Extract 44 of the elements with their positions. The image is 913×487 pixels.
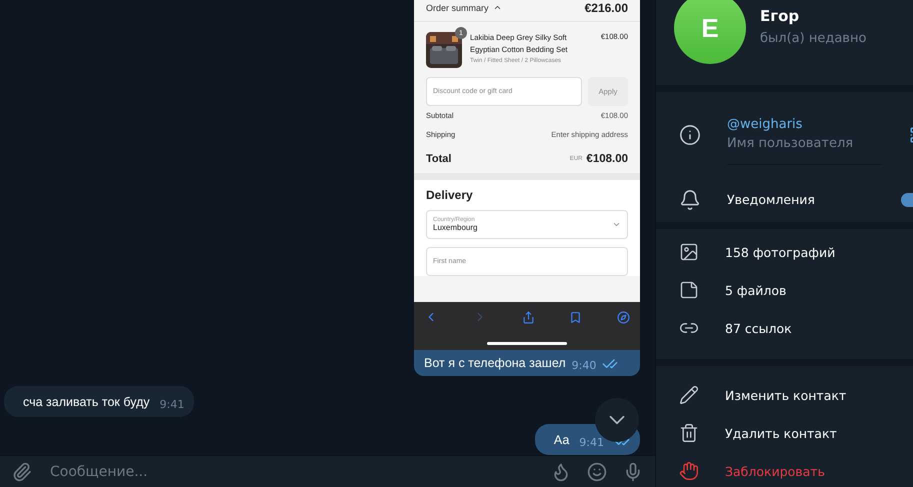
- username-label: Имя пользователя: [727, 136, 854, 151]
- contact-status: был(а) недавно: [760, 31, 866, 46]
- select-value: Luxembourg: [433, 223, 478, 232]
- action-label[interactable]: Удалить контакт: [725, 426, 837, 440]
- chevron-down-icon: [612, 220, 621, 229]
- media-row[interactable]: 158 фотографий: [656, 233, 913, 271]
- share-icon[interactable]: [522, 310, 534, 324]
- trash-icon: [679, 423, 699, 443]
- media-row[interactable]: 87 ссылок: [656, 309, 913, 347]
- message-time: 9:41: [579, 436, 604, 449]
- media-label: 87 ссылок: [725, 320, 792, 336]
- info-icon: [679, 124, 701, 146]
- bookmark-icon[interactable]: [569, 310, 582, 324]
- media-label: 158 фотографий: [725, 244, 836, 260]
- action-label[interactable]: Заблокировать: [725, 464, 825, 478]
- action-label[interactable]: Изменить контакт: [725, 388, 846, 402]
- image-icon: [679, 242, 699, 262]
- hand-icon: [679, 461, 699, 481]
- attach-icon[interactable]: [12, 462, 32, 482]
- media-row[interactable]: 5 файлов: [656, 271, 913, 309]
- message-text: Вот я с телефона зашел: [424, 355, 566, 372]
- total-value: €108.00: [586, 152, 628, 164]
- total-label: Total: [426, 152, 452, 164]
- file-icon: [679, 280, 699, 300]
- webpage-screenshot[interactable]: [414, 0, 640, 302]
- avatar: E: [674, 0, 746, 64]
- compass-icon[interactable]: [617, 310, 630, 324]
- message-input[interactable]: Сообщение...: [48, 462, 535, 480]
- pencil-icon: [679, 385, 699, 405]
- emoji-icon[interactable]: [587, 462, 607, 482]
- message-text: сча заливать ток буду: [23, 394, 150, 411]
- media-label: 5 файлов: [725, 282, 786, 298]
- message-time: 9:40: [572, 359, 596, 372]
- contact-name: Егор: [760, 7, 800, 25]
- order-summary-toggle[interactable]: Order summary: [426, 2, 502, 12]
- bell-icon: [679, 188, 701, 210]
- message-time: 9:41: [160, 398, 184, 411]
- message-text: Аа: [554, 432, 570, 449]
- message-composer[interactable]: Сообщение...: [0, 455, 655, 487]
- chevron-up-icon: [492, 3, 502, 12]
- notifications-label: Уведомления: [727, 192, 815, 207]
- order-total: €216.00: [584, 0, 628, 14]
- delivery-heading: Delivery: [426, 188, 474, 202]
- username-link[interactable]: @weigharis: [727, 117, 883, 132]
